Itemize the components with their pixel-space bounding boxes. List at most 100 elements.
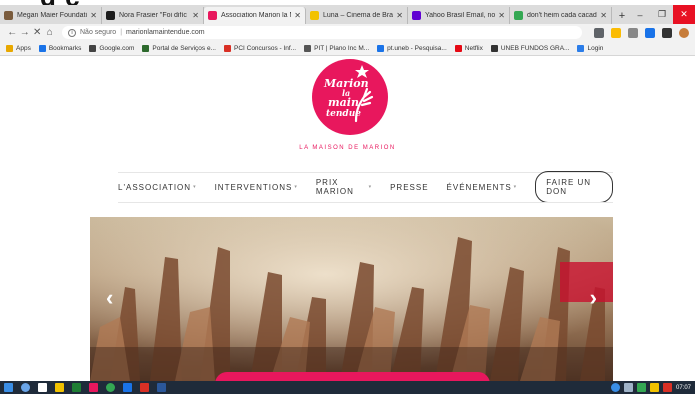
extension-icon[interactable] — [628, 27, 638, 38]
bookmark-favicon-icon — [6, 44, 13, 52]
browser-tab[interactable]: Nora Frasier "Foi difíc ✕ — [102, 7, 204, 24]
menu-divider — [118, 172, 613, 173]
marion-logo[interactable]: Marion la main tendue — [312, 59, 388, 135]
browser-tab[interactable]: Luna – Cinema de Brasil ✕ — [306, 7, 408, 24]
menu-item[interactable]: PRIX MARION ▾ — [316, 178, 372, 196]
bookmark-label: Netflix — [464, 44, 483, 52]
browser-tab[interactable]: don't heim cada cacada ✕ — [510, 7, 612, 24]
main-menu: L'ASSOCIATION ▾ INTERVENTIONS ▾ PRIX MARION ▾… — [118, 171, 613, 203]
logo-word-tendue: tendue — [326, 109, 361, 119]
bookmark-favicon-icon — [454, 44, 462, 52]
address-bar[interactable]: i Não seguro | marionlamaintendue.com — [62, 26, 582, 39]
puzzle-icon[interactable] — [662, 27, 672, 38]
extension-icons — [594, 27, 689, 38]
chrome-icon[interactable] — [106, 383, 115, 392]
extension-icon[interactable] — [645, 27, 655, 38]
bookmark-item[interactable]: Login — [577, 44, 603, 52]
bookmark-item[interactable]: PCI Concursos - Inf... — [223, 44, 296, 52]
star-icon[interactable] — [611, 27, 621, 38]
url-text: marionlamaintendue.com — [126, 29, 205, 36]
task-view-icon[interactable] — [38, 383, 47, 392]
tab-title: don't heim cada cacada — [527, 12, 598, 19]
back-icon[interactable]: ← — [6, 27, 19, 38]
hero-caption-banner[interactable] — [215, 372, 490, 381]
tab-close-icon[interactable]: ✕ — [192, 11, 199, 20]
menu-item[interactable]: INTERVENTIONS ▾ — [215, 183, 298, 192]
bookmark-favicon-icon — [89, 44, 97, 52]
bookmark-favicon-icon — [223, 44, 231, 52]
tab-close-icon[interactable]: ✕ — [90, 11, 97, 20]
bookmark-item[interactable]: Netflix — [454, 44, 483, 52]
translate-icon[interactable] — [594, 27, 604, 38]
tab-favicon-icon — [4, 11, 13, 20]
bookmark-label: Apps — [16, 44, 31, 52]
chevron-down-icon: ▾ — [193, 184, 197, 190]
info-icon[interactable]: i — [68, 28, 76, 37]
tab-title: Luna – Cinema de Brasil — [323, 12, 394, 19]
bookmarks-bar: Apps Bookmarks Google.com Portal de Serviço… — [0, 41, 695, 56]
powerpoint-icon[interactable] — [140, 383, 149, 392]
menu-item[interactable]: ÉVÉNEMENTS ▾ — [447, 183, 518, 192]
tab-strip: Megan Maier Foundation ✕ Nora Frasier "Foi… — [0, 5, 695, 24]
maximize-icon[interactable]: ❐ — [651, 5, 673, 24]
logo-word-main: main — [328, 96, 359, 109]
volume-icon[interactable] — [623, 383, 633, 392]
bookmark-item[interactable]: Bookmarks — [38, 44, 81, 52]
network-icon[interactable] — [610, 383, 620, 392]
bookmark-item[interactable]: PIT | Plano Inc M... — [304, 44, 370, 52]
menu-item[interactable]: PRESSE — [390, 183, 428, 192]
edge-icon[interactable] — [123, 383, 132, 392]
slider-next-icon[interactable]: › — [590, 285, 597, 311]
tab-close-icon[interactable]: ✕ — [396, 11, 403, 20]
tagline: LA MAISON DE MARION — [299, 145, 396, 151]
search-icon[interactable] — [21, 383, 30, 392]
chevron-down-icon: ▾ — [294, 184, 298, 190]
bookmark-favicon-icon — [142, 44, 150, 52]
bookmark-label: UNEB FUNDOS GRA... — [500, 44, 570, 52]
home-icon[interactable]: ⌂ — [44, 27, 57, 38]
folder-icon[interactable] — [55, 383, 64, 392]
new-tab-button[interactable]: + — [614, 8, 630, 24]
excel-icon[interactable] — [72, 383, 81, 392]
menu-item-label: INTERVENTIONS — [214, 182, 293, 192]
browser-tab[interactable]: Association Marion la M ✕ — [204, 7, 306, 24]
app-icon[interactable] — [89, 383, 98, 392]
tab-close-icon[interactable]: ✕ — [294, 11, 301, 20]
bookmark-item[interactable]: Google.com — [89, 44, 134, 52]
system-tray: 07:07 — [610, 383, 691, 392]
separator: | — [120, 29, 123, 36]
tray-app-icon[interactable] — [636, 383, 646, 392]
bookmark-item[interactable]: Apps — [6, 44, 31, 52]
browser-tab[interactable]: Megan Maier Foundation ✕ — [0, 7, 102, 24]
word-icon[interactable] — [157, 383, 166, 392]
browser-tab[interactable]: Yahoo Brasil Email, notíc ✕ — [408, 7, 510, 24]
reload-icon[interactable]: ✕ — [31, 27, 44, 38]
donate-button[interactable]: FAIRE UN DON — [535, 171, 613, 203]
hero-slider[interactable]: ‹ › — [90, 217, 613, 381]
bookmark-favicon-icon — [490, 44, 498, 52]
bookmark-item[interactable]: pt.uneb - Pesquisa... — [377, 44, 447, 52]
bookmark-favicon-icon — [38, 44, 46, 52]
tab-close-icon[interactable]: ✕ — [498, 11, 505, 20]
forward-icon[interactable]: → — [19, 27, 32, 38]
bookmark-label: Portal de Serviços e... — [152, 44, 216, 52]
avatar[interactable] — [679, 27, 689, 38]
taskbar: 07:07 — [0, 381, 695, 394]
minimize-icon[interactable]: – — [629, 5, 651, 24]
menu-divider — [118, 202, 613, 203]
bookmark-label: pt.uneb - Pesquisa... — [387, 44, 447, 52]
bookmark-label: PIT | Plano Inc M... — [314, 44, 370, 52]
tab-close-icon[interactable]: ✕ — [600, 11, 607, 20]
menu-item[interactable]: L'ASSOCIATION ▾ — [118, 183, 197, 192]
bookmark-item[interactable]: UNEB FUNDOS GRA... — [490, 44, 570, 52]
clock[interactable]: 07:07 — [676, 385, 691, 391]
tray-app-icon[interactable] — [662, 383, 672, 392]
bookmark-item[interactable]: Portal de Serviços e... — [142, 44, 216, 52]
security-label: Não seguro — [80, 29, 117, 36]
tray-app-icon[interactable] — [649, 383, 659, 392]
start-icon[interactable] — [4, 383, 13, 392]
slider-prev-icon[interactable]: ‹ — [106, 285, 113, 311]
tab-title: Megan Maier Foundation — [17, 12, 88, 19]
tab-favicon-icon — [310, 11, 319, 20]
close-icon[interactable]: ✕ — [673, 5, 695, 24]
